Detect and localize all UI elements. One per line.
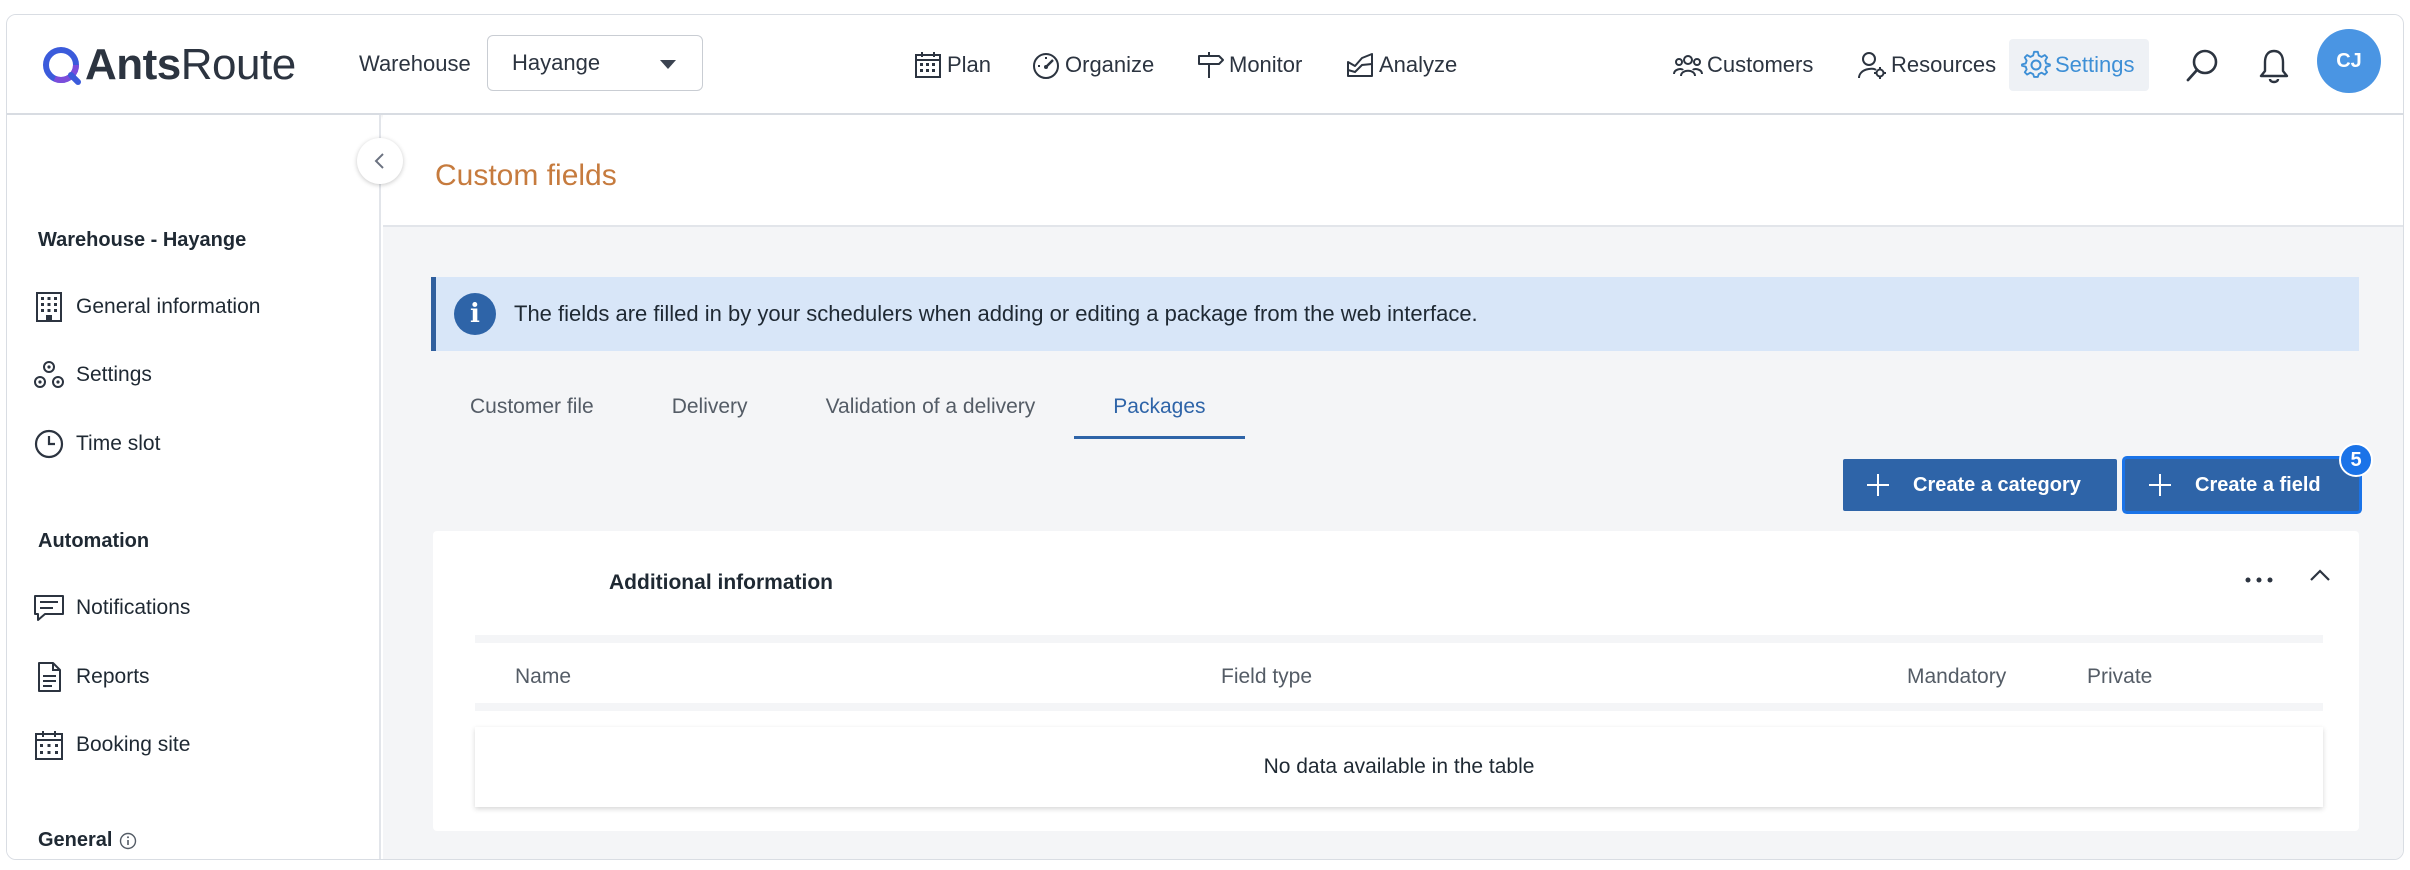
table-empty-state: No data available in the table — [475, 727, 2323, 807]
sidebar-item-time-slot[interactable]: Time slot — [33, 428, 160, 460]
info-banner-text: The fields are filled in by your schedul… — [514, 301, 1478, 326]
tab-packages[interactable]: Packages — [1074, 375, 1245, 439]
nav-organize-label: Organize — [1065, 52, 1155, 77]
warehouse-select[interactable]: Hayange — [487, 35, 703, 91]
bell-icon[interactable] — [2255, 47, 2293, 85]
sidebar-item-general-information[interactable]: General information — [33, 291, 260, 323]
plus-icon — [2149, 474, 2171, 496]
nav-customers-label: Customers — [1707, 52, 1814, 77]
chevron-left-icon — [374, 153, 384, 169]
create-category-label: Create a category — [1913, 473, 2081, 496]
nav-settings[interactable]: Settings — [2009, 39, 2149, 91]
area-chart-icon — [1347, 53, 1373, 77]
caret-down-icon — [660, 60, 676, 69]
sidebar-section-general-label: General — [38, 829, 113, 851]
nav-customers[interactable]: Customers — [1673, 15, 1813, 115]
sidebar-item-label: Booking site — [76, 733, 191, 756]
logo-mark-icon — [43, 47, 81, 85]
warehouse-select-value: Hayange — [512, 50, 601, 75]
chevron-up-icon[interactable] — [2305, 561, 2335, 591]
antsroute-logo[interactable]: AntsRoute — [41, 37, 296, 93]
table-header-row: Name Field type Mandatory Private — [475, 635, 2323, 711]
signpost-icon — [1198, 52, 1224, 78]
calendar-icon — [915, 52, 941, 78]
nav-monitor[interactable]: Monitor — [1195, 15, 1302, 115]
sidebar-item-notifications[interactable]: Notifications — [33, 592, 190, 624]
info-icon[interactable] — [119, 832, 137, 850]
document-icon — [38, 662, 61, 692]
user-gear-icon — [1858, 52, 1886, 79]
info-circle-icon: i — [454, 293, 496, 335]
tab-delivery[interactable]: Delivery — [633, 375, 787, 439]
message-icon — [34, 595, 64, 621]
create-field-label: Create a field — [2195, 473, 2321, 496]
tab-customer-file[interactable]: Customer file — [431, 375, 633, 439]
nav-plan[interactable]: Plan — [913, 15, 991, 115]
sidebar-item-reports[interactable]: Reports — [33, 661, 150, 693]
main-content: i The fields are filled in by your sched… — [383, 227, 2403, 859]
cogs-icon — [34, 361, 64, 388]
nav-analyze-label: Analyze — [1379, 52, 1458, 77]
more-options-button[interactable] — [2239, 565, 2279, 595]
nav-plan-label: Plan — [947, 52, 992, 77]
sidebar-item-label: Reports — [76, 665, 150, 688]
logo-text: AntsRoute — [85, 40, 296, 89]
sidebar-item-label: General information — [76, 295, 261, 318]
column-header-name[interactable]: Name — [515, 665, 571, 689]
category-title: Additional information — [609, 571, 833, 594]
calendar-icon — [35, 731, 63, 760]
page-header: Custom fields — [383, 115, 2403, 227]
step-badge: 5 — [2339, 443, 2373, 477]
search-icon[interactable] — [2183, 47, 2221, 85]
plus-icon — [1867, 474, 1889, 496]
category-card-additional-information: Additional information Name Field type M… — [433, 531, 2359, 831]
sidebar: Warehouse - Hayange General information — [7, 115, 381, 859]
nav-organize[interactable]: Organize — [1031, 15, 1154, 115]
sidebar-item-label: Settings — [76, 363, 152, 386]
tab-validation-of-a-delivery[interactable]: Validation of a delivery — [787, 375, 1075, 439]
user-avatar[interactable]: CJ — [2317, 29, 2381, 93]
top-navigation-bar: AntsRoute Warehouse Hayange Plan Organiz… — [7, 15, 2403, 115]
column-header-mandatory[interactable]: Mandatory — [1907, 665, 2006, 689]
sidebar-item-label: Time slot — [76, 432, 161, 455]
sidebar-item-settings[interactable]: Settings — [33, 359, 152, 391]
ellipsis-icon — [2245, 577, 2273, 583]
sidebar-section-automation: Automation — [38, 530, 150, 552]
page-title: Custom fields — [435, 159, 617, 192]
sidebar-section-general: General — [38, 829, 137, 852]
nav-monitor-label: Monitor — [1229, 52, 1303, 77]
app-window: AntsRoute Warehouse Hayange Plan Organiz… — [6, 14, 2404, 860]
warehouse-label: Warehouse — [359, 51, 471, 76]
column-header-private[interactable]: Private — [2087, 665, 2152, 689]
nav-resources[interactable]: Resources — [1857, 15, 1996, 115]
nav-settings-label: Settings — [2055, 52, 2135, 77]
create-field-button[interactable]: Create a field 5 — [2125, 443, 2373, 511]
clock-icon — [34, 429, 64, 459]
gauge-icon — [1033, 53, 1059, 79]
collapse-sidebar-button[interactable] — [357, 138, 403, 184]
gear-icon — [2021, 50, 2051, 78]
sidebar-item-label: Notifications — [76, 596, 191, 619]
building-icon — [36, 292, 62, 322]
sidebar-section-warehouse: Warehouse - Hayange — [38, 229, 247, 251]
create-category-button[interactable]: Create a category — [1843, 459, 2117, 511]
column-header-field-type[interactable]: Field type — [1221, 665, 1312, 689]
custom-fields-tabs: Customer file Delivery Validation of a d… — [431, 375, 1245, 439]
sidebar-item-booking-site[interactable]: Booking site — [33, 729, 190, 761]
nav-analyze[interactable]: Analyze — [1345, 15, 1457, 115]
info-banner: i The fields are filled in by your sched… — [431, 277, 2359, 351]
users-group-icon — [1673, 55, 1703, 77]
nav-resources-label: Resources — [1891, 52, 1997, 77]
